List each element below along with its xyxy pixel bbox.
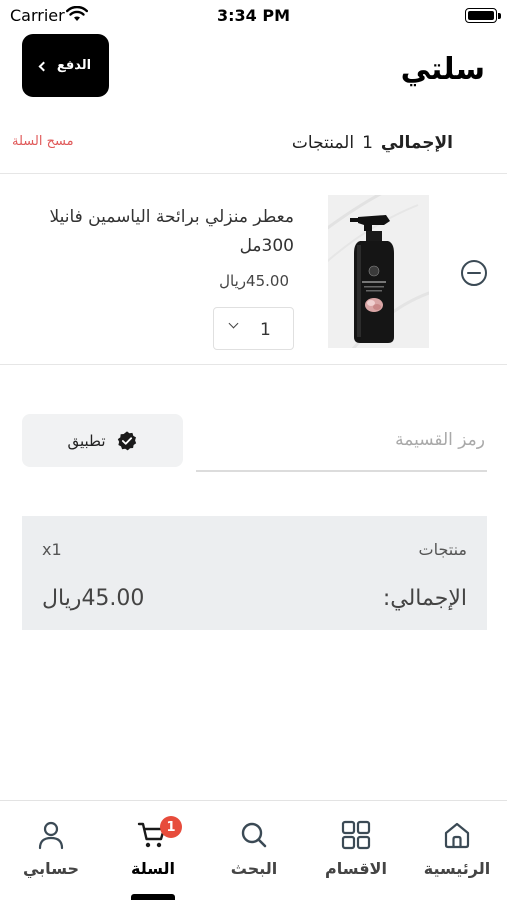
clock: 3:34 PM bbox=[216, 6, 290, 25]
remove-item-icon[interactable] bbox=[460, 259, 488, 287]
totals-panel: منتجات x1 الإجمالي: 45.00ريال bbox=[22, 516, 487, 630]
quantity-value: 1 bbox=[260, 320, 271, 340]
battery-icon bbox=[465, 8, 501, 23]
tab-account[interactable]: حسابي bbox=[6, 819, 96, 878]
summary-count-label: المنتجات bbox=[291, 133, 355, 153]
active-tab-indicator bbox=[131, 894, 175, 900]
tab-categories[interactable]: الاقسام bbox=[311, 819, 401, 878]
tab-label: الرئيسية bbox=[423, 859, 491, 878]
user-icon bbox=[38, 821, 64, 850]
verified-check-icon bbox=[117, 430, 136, 450]
coupon-input[interactable] bbox=[196, 420, 487, 460]
total-value: 45.00ريال bbox=[42, 586, 145, 611]
chevron-left-icon bbox=[38, 61, 49, 71]
page-title: سلتي bbox=[400, 52, 485, 87]
quantity-select[interactable]: 1 bbox=[213, 307, 294, 350]
tab-home[interactable]: الرئيسية bbox=[412, 819, 502, 878]
checkout-button-label: الدفع bbox=[56, 58, 92, 73]
apply-coupon-label: تطبيق bbox=[67, 431, 106, 450]
tab-search[interactable]: البحث bbox=[209, 819, 299, 878]
tab-label: السلة bbox=[130, 859, 175, 878]
chevron-down-icon bbox=[228, 318, 239, 329]
search-icon bbox=[241, 822, 267, 848]
coupon-field bbox=[196, 420, 487, 472]
divider bbox=[0, 364, 507, 365]
tab-label: الاقسام bbox=[325, 859, 387, 878]
cart-badge: 1 bbox=[160, 816, 182, 838]
divider bbox=[0, 173, 507, 174]
total-label: الإجمالي: bbox=[382, 586, 467, 611]
summary-total-label: الإجمالي bbox=[380, 133, 453, 153]
clear-cart-link[interactable]: مسح السلة bbox=[12, 134, 74, 149]
summary-count: 1 bbox=[362, 133, 373, 153]
checkout-button[interactable]: الدفع bbox=[22, 34, 109, 97]
item-name: معطر منزلي برائحة الياسمين فانيلا 300مل bbox=[49, 207, 294, 256]
products-count: x1 bbox=[42, 540, 62, 559]
tab-bar: الرئيسية الاقسام البحث 1 السلة حسابي bbox=[0, 800, 507, 900]
product-image bbox=[328, 195, 429, 348]
products-label: منتجات bbox=[418, 540, 468, 559]
tab-cart[interactable]: 1 السلة bbox=[108, 816, 198, 878]
status-bar: Carrier 3:34 PM bbox=[0, 0, 507, 30]
item-price: 45.00ريال bbox=[219, 272, 289, 290]
tab-label: البحث bbox=[230, 859, 278, 878]
cart-summary: الإجمالي 1 المنتجات bbox=[292, 133, 453, 153]
tab-label: حسابي bbox=[22, 859, 79, 878]
apply-coupon-button[interactable]: تطبيق bbox=[22, 414, 183, 467]
home-icon bbox=[444, 822, 470, 849]
grid-icon bbox=[341, 820, 371, 850]
